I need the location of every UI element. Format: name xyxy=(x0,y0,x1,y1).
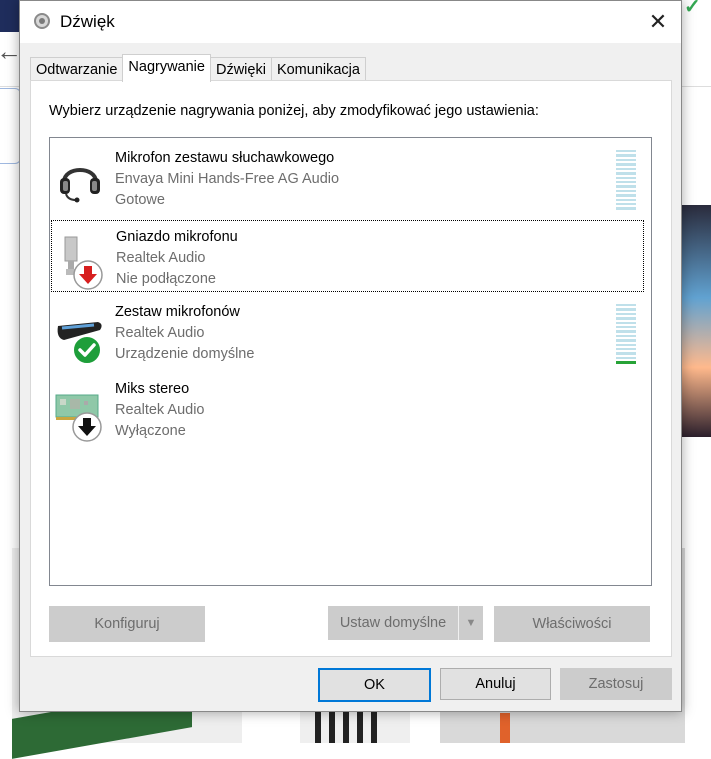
dropdown-arrow-icon[interactable]: ▼ xyxy=(459,606,483,640)
device-status: Nie podłączone xyxy=(116,271,216,287)
cancel-button[interactable]: Anuluj xyxy=(440,668,551,700)
properties-button[interactable]: Właściwości xyxy=(494,606,650,642)
ok-button[interactable]: OK xyxy=(318,668,431,702)
configure-button[interactable]: Konfiguruj xyxy=(49,606,205,642)
sound-dialog: Dźwięk ✕ Odtwarzanie Nagrywanie Dźwięki … xyxy=(19,0,682,712)
device-status: Gotowe xyxy=(115,192,165,208)
unplugged-arrow-icon xyxy=(73,260,103,290)
device-item[interactable]: Mikrofon zestawu słuchawkowego Envaya Mi… xyxy=(51,142,644,214)
device-driver: Realtek Audio xyxy=(115,325,205,341)
disabled-arrow-icon xyxy=(72,412,102,442)
device-item-selected[interactable]: Gniazdo mikrofonu Realtek Audio Nie podł… xyxy=(51,220,644,292)
device-item[interactable]: Miks stereo Realtek Audio Wyłączone xyxy=(51,373,644,445)
device-name: Miks stereo xyxy=(115,381,190,397)
device-driver: Envaya Mini Hands-Free AG Audio xyxy=(115,171,340,187)
background-photo xyxy=(682,205,711,437)
tab-playback[interactable]: Odtwarzanie xyxy=(30,57,124,82)
tab-communications[interactable]: Komunikacja xyxy=(270,57,366,82)
device-status: Urządzenie domyślne xyxy=(115,346,255,362)
device-name: Zestaw mikrofonów xyxy=(115,304,240,320)
set-default-split-button[interactable]: Ustaw domyślne ▼ xyxy=(328,606,483,640)
device-buttons: Konfiguruj Ustaw domyślne ▼ Właściwości xyxy=(49,606,650,642)
background-card xyxy=(0,88,21,164)
close-button[interactable]: ✕ xyxy=(635,1,681,43)
device-driver: Realtek Audio xyxy=(116,250,206,266)
device-status: Wyłączone xyxy=(115,423,186,439)
default-check-icon xyxy=(72,335,102,365)
google-icon: ✓ xyxy=(684,0,701,18)
tab-recording[interactable]: Nagrywanie xyxy=(122,54,211,82)
level-meter xyxy=(616,150,636,210)
close-icon: ✕ xyxy=(648,9,668,34)
device-name: Gniazdo mikrofonu xyxy=(116,229,238,245)
cable-shape xyxy=(500,713,510,743)
device-list[interactable]: Mikrofon zestawu słuchawkowego Envaya Mi… xyxy=(49,137,652,586)
speaker-icon xyxy=(34,13,50,29)
apply-button[interactable]: Zastosuj xyxy=(560,668,672,700)
tab-strip: Odtwarzanie Nagrywanie Dźwięki Komunikac… xyxy=(30,54,366,82)
headset-icon xyxy=(60,168,100,203)
tab-sounds[interactable]: Dźwięki xyxy=(209,57,272,82)
device-item[interactable]: Zestaw mikrofonów Realtek Audio Urządzen… xyxy=(51,296,644,368)
instruction-text: Wybierz urządzenie nagrywania poniżej, a… xyxy=(49,103,539,119)
title-bar: Dźwięk ✕ xyxy=(20,1,681,43)
recording-panel: Wybierz urządzenie nagrywania poniżej, a… xyxy=(30,80,672,657)
device-name: Mikrofon zestawu słuchawkowego xyxy=(115,150,335,166)
device-driver: Realtek Audio xyxy=(115,402,205,418)
set-default-button[interactable]: Ustaw domyślne xyxy=(328,606,459,640)
dialog-title: Dźwięk xyxy=(60,12,115,31)
level-meter xyxy=(616,304,636,365)
